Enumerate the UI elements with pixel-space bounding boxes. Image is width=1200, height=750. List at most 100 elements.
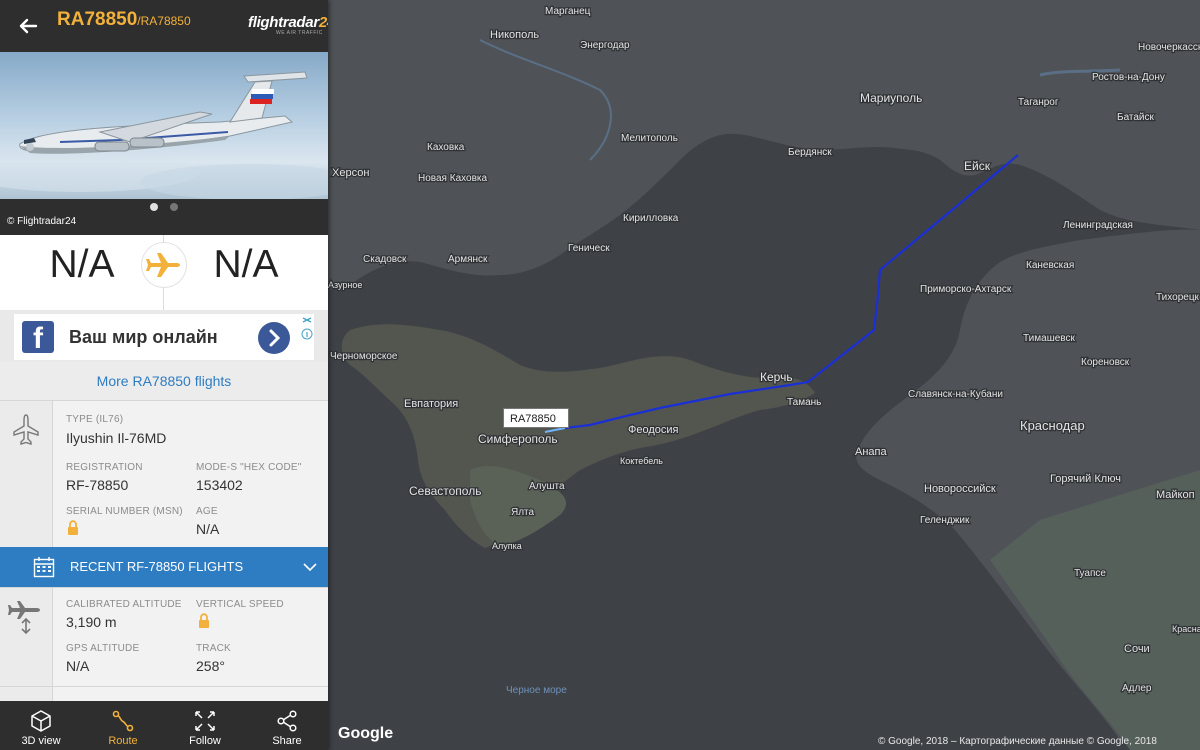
google-logo: Google xyxy=(338,725,394,742)
aircraft-section-icon-column xyxy=(0,401,53,548)
ad-arrow-button[interactable] xyxy=(258,322,290,354)
map-label: Бердянск xyxy=(788,147,832,158)
route-divider xyxy=(163,287,164,310)
map-label: Азурное xyxy=(328,280,362,290)
map-label: Туапсе xyxy=(1074,568,1106,579)
route-label: Route xyxy=(108,735,138,747)
recent-flights-label: RECENT RF-78850 FLIGHTS xyxy=(70,559,244,574)
lock-icon[interactable] xyxy=(67,520,79,536)
calendar-icon xyxy=(33,557,55,578)
aircraft-map-label[interactable]: RA78850 xyxy=(503,408,569,428)
hex-code-label: MODE-S "HEX CODE" xyxy=(196,462,302,473)
aircraft-info-section: TYPE (IL76) Ilyushin Il-76MD REGISTRATIO… xyxy=(0,400,328,548)
map-label: Керчь xyxy=(760,370,793,384)
map-label: Ейск xyxy=(964,159,991,173)
panel-header: RA78850/RA78850 flightradar24 WE AIR TRA… xyxy=(0,0,328,52)
airplane-icon xyxy=(142,243,186,287)
map-label: Каневская xyxy=(1026,260,1074,271)
map-label: Майкоп xyxy=(1156,489,1195,501)
altitude-section: CALIBRATED ALTITUDE 3,190 m VERTICAL SPE… xyxy=(0,587,328,686)
ad-text: Ваш мир онлайн xyxy=(69,327,218,347)
aircraft-photo[interactable] xyxy=(0,52,328,199)
map-copyright: © Google, 2018 – Картографические данные… xyxy=(878,736,1157,747)
route-icon xyxy=(112,710,134,732)
photo-page-dot[interactable] xyxy=(170,203,178,211)
gps-altitude-value: N/A xyxy=(66,658,90,674)
map-label: Ростов-на-Дону xyxy=(1092,72,1165,83)
route-button[interactable]: Route xyxy=(82,701,164,750)
3d-view-button[interactable]: 3D view xyxy=(0,701,82,750)
origin-airport[interactable]: N/A xyxy=(36,243,128,287)
map-label: Феодосия xyxy=(628,424,679,436)
back-arrow-icon[interactable] xyxy=(14,12,42,40)
map-label: Скадовск xyxy=(363,254,407,265)
map-label: Адлер xyxy=(1122,683,1152,694)
map-label: Энергодар xyxy=(580,40,630,51)
chevron-right-icon xyxy=(269,329,281,347)
map-label: Каховка xyxy=(427,142,465,153)
age-value: N/A xyxy=(196,521,220,537)
route-divider xyxy=(163,235,164,243)
ad-choices-icon[interactable] xyxy=(301,316,313,342)
map-label: Краснодар xyxy=(1020,418,1085,433)
il76-airplane-image xyxy=(0,71,328,199)
map-label: Славянск-на-Кубани xyxy=(908,388,1003,400)
cube-icon xyxy=(31,710,51,732)
map-label: Мариуполь xyxy=(860,91,922,105)
more-flights-link[interactable]: More RA78850 flights xyxy=(0,362,328,400)
type-label: TYPE (IL76) xyxy=(66,414,124,425)
map-label: Ленинградская xyxy=(1063,220,1133,231)
follow-icon xyxy=(195,711,215,731)
map-label: Тамань xyxy=(787,397,821,408)
map-label: Симферополь xyxy=(478,432,558,446)
map-label: Красная Поляна xyxy=(1172,624,1200,634)
map-label: Севастополь xyxy=(409,484,481,498)
map-label: Таганрог xyxy=(1018,97,1059,108)
follow-label: Follow xyxy=(189,735,221,747)
lock-icon[interactable] xyxy=(198,613,210,629)
map-label: Кореновск xyxy=(1081,357,1130,368)
advertisement-banner[interactable]: f Ваш мир онлайн xyxy=(14,314,314,360)
aircraft-type-value: Ilyushin Il-76MD xyxy=(66,430,167,446)
map-label: Алупка xyxy=(492,541,522,551)
map-label: Евпатория xyxy=(404,398,458,410)
map-label: Мелитополь xyxy=(621,133,678,144)
serial-number-label: SERIAL NUMBER (MSN) xyxy=(66,506,183,517)
track-label: TRACK xyxy=(196,643,231,654)
map-label: Тихорецк xyxy=(1156,292,1200,303)
map-label: Черноморское xyxy=(330,351,398,362)
share-label: Share xyxy=(272,735,302,747)
flight-info-panel: RA78850/RA78850 flightradar24 WE AIR TRA… xyxy=(0,0,328,750)
map-label: Алушта xyxy=(529,481,565,492)
brand-tagline: WE AIR TRAFFIC xyxy=(276,30,323,36)
destination-airport[interactable]: N/A xyxy=(200,243,292,287)
altitude-section-icon-column xyxy=(0,588,53,686)
photo-page-dot-active[interactable] xyxy=(150,203,158,211)
follow-button[interactable]: Follow xyxy=(164,701,246,750)
map-label: Анапа xyxy=(855,446,887,458)
chevron-down-icon xyxy=(303,563,317,572)
recent-flights-toggle[interactable]: RECENT RF-78850 FLIGHTS xyxy=(0,547,328,587)
map-label: Новочеркасск xyxy=(1138,42,1200,53)
altitude-icon xyxy=(8,601,40,635)
hex-code-value: 153402 xyxy=(196,477,243,493)
map-label-sea: Черное море xyxy=(506,685,567,696)
map-label: Новая Каховка xyxy=(418,173,487,184)
map-label: Сочи xyxy=(1124,643,1150,655)
share-button[interactable]: Share xyxy=(246,701,328,750)
share-icon xyxy=(277,710,297,732)
flightradar24-logo: flightradar24 xyxy=(248,14,328,31)
facebook-logo-icon: f xyxy=(22,321,54,355)
flight-callsign-secondary: /RA78850 xyxy=(137,14,191,28)
gps-altitude-label: GPS ALTITUDE xyxy=(66,643,140,654)
registration-value: RF-78850 xyxy=(66,477,129,493)
3d-view-label: 3D view xyxy=(21,735,61,747)
flight-map[interactable]: Марганец Никополь Энергодар Новочеркасск… xyxy=(328,0,1200,750)
age-label: AGE xyxy=(196,506,218,517)
vertical-speed-label: VERTICAL SPEED xyxy=(196,599,284,610)
map-label: Коктебель xyxy=(620,456,663,466)
map-label: Горячий Ключ xyxy=(1050,473,1121,485)
calibrated-altitude-label: CALIBRATED ALTITUDE xyxy=(66,599,182,610)
map-label: Геленджик xyxy=(920,515,970,526)
track-value: 258° xyxy=(196,658,225,674)
